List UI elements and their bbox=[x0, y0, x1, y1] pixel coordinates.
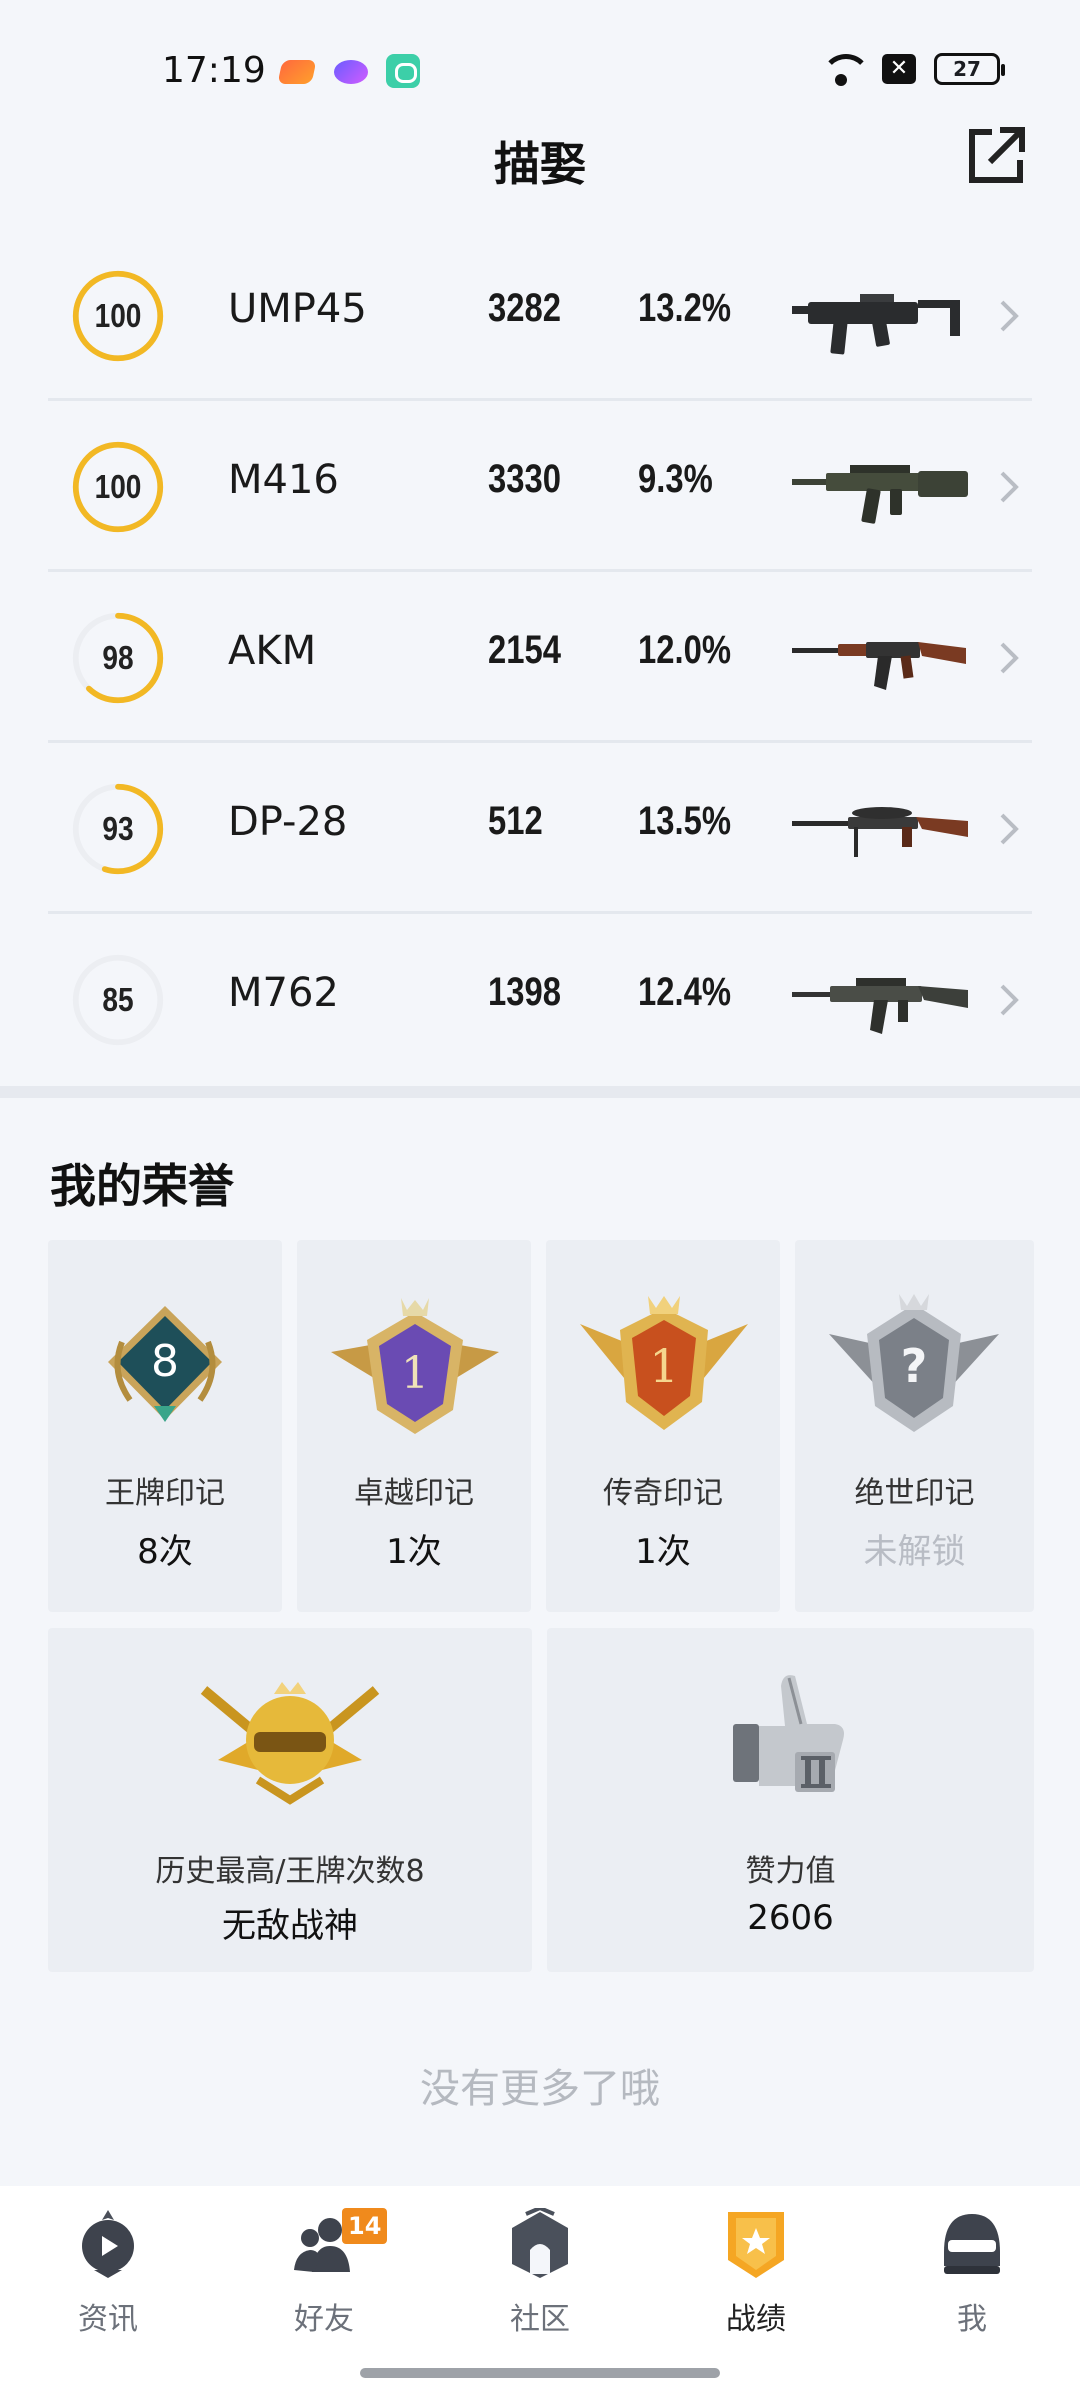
ump45-gun-icon bbox=[792, 294, 960, 355]
conqueror-helmet-icon bbox=[200, 1682, 380, 1805]
home-indicator[interactable] bbox=[360, 2368, 720, 2378]
weapon-name: DP-28 bbox=[228, 799, 348, 845]
mark-label: 绝世印记 bbox=[854, 1476, 975, 1511]
chevron-right-icon bbox=[1000, 471, 1019, 503]
highest-rank-label: 历史最高/王牌次数8 bbox=[155, 1854, 425, 1889]
mark-label: 传奇印记 bbox=[603, 1476, 723, 1511]
weapon-name: M416 bbox=[228, 457, 339, 503]
weapon-rate: 9.3% bbox=[638, 457, 713, 501]
weapon-score: 98 bbox=[102, 639, 134, 676]
no-sim-icon: ✕ bbox=[882, 54, 916, 84]
weapon-row[interactable]: 100 M416 3330 9.3% bbox=[48, 401, 1032, 572]
mark-label: 卓越印记 bbox=[354, 1476, 474, 1511]
chevron-right-icon bbox=[1000, 300, 1019, 332]
ace-mark-badge-icon: 8 bbox=[108, 1306, 222, 1422]
news-icon bbox=[82, 2210, 134, 2278]
ace-mark-badge-number: 8 bbox=[151, 1336, 179, 1387]
weapon-rate: 12.4% bbox=[638, 970, 732, 1014]
weapon-rate: 13.2% bbox=[638, 286, 732, 330]
tab-news[interactable]: 资讯 bbox=[0, 2208, 216, 2358]
likes-value: 2606 bbox=[747, 1898, 834, 1938]
tab-record[interactable]: 战绩 bbox=[648, 2208, 864, 2358]
weapon-kills: 512 bbox=[488, 799, 543, 843]
community-icon bbox=[512, 2208, 568, 2278]
app-notification-icon bbox=[334, 60, 368, 84]
tab-profile[interactable]: 我 bbox=[864, 2208, 1080, 2358]
tab-label: 我 bbox=[957, 2302, 987, 2337]
excellence-mark-badge-number: 1 bbox=[401, 1348, 429, 1399]
tab-label: 资讯 bbox=[78, 2302, 138, 2337]
tab-label: 好友 bbox=[294, 2302, 354, 2337]
weapon-name: M762 bbox=[228, 970, 339, 1016]
weapon-score: 100 bbox=[94, 468, 142, 505]
no-more-text: 没有更多了哦 bbox=[420, 2066, 660, 2112]
tab-community[interactable]: 社区 bbox=[432, 2208, 648, 2358]
likes-label: 赞力值 bbox=[745, 1854, 836, 1889]
weapon-kills: 1398 bbox=[488, 970, 561, 1014]
mark-value: 未解锁 bbox=[863, 1532, 966, 1572]
chevron-right-icon bbox=[1000, 984, 1019, 1016]
m762-gun-icon bbox=[792, 978, 968, 1034]
dp28-gun-icon bbox=[792, 807, 968, 857]
peerless-mark-card[interactable]: ? 绝世印记 未解锁 bbox=[795, 1240, 1034, 1612]
legendary-mark-card[interactable]: 1 传奇印记 1次 bbox=[546, 1240, 780, 1612]
peerless-mark-badge-number: ? bbox=[901, 1339, 928, 1393]
tab-friends[interactable]: 14 好友 bbox=[216, 2208, 432, 2358]
weapon-kills: 3282 bbox=[488, 286, 561, 330]
likes-card[interactable]: 赞力值 2606 bbox=[547, 1628, 1034, 1972]
m416-gun-icon bbox=[792, 465, 968, 524]
mark-value: 1次 bbox=[386, 1532, 442, 1572]
legendary-mark-badge-number: 1 bbox=[649, 1339, 678, 1393]
status-time: 17:19 bbox=[162, 50, 266, 91]
highest-rank-card[interactable]: 历史最高/王牌次数8 无敌战神 bbox=[48, 1628, 532, 1972]
mark-label: 王牌印记 bbox=[105, 1476, 225, 1511]
share-icon[interactable] bbox=[964, 124, 1028, 188]
chat-app-icon bbox=[386, 54, 420, 88]
app-notification-icon bbox=[277, 60, 317, 84]
ace-mark-card[interactable]: 8 王牌印记 8次 bbox=[48, 1240, 282, 1612]
status-bar: 17:19 ✕ 27 bbox=[0, 0, 1080, 120]
battery-icon: 27 bbox=[934, 53, 1005, 85]
chevron-right-icon bbox=[1000, 813, 1019, 845]
wifi-icon bbox=[818, 52, 871, 86]
peerless-mark-badge-icon: ? bbox=[829, 1294, 999, 1432]
record-icon bbox=[728, 2212, 784, 2278]
tab-label: 战绩 bbox=[726, 2302, 786, 2337]
highest-rank-value: 无敌战神 bbox=[222, 1906, 358, 1946]
excellence-mark-badge-icon: 1 bbox=[331, 1298, 499, 1434]
weapon-kills: 3330 bbox=[488, 457, 561, 501]
thumbs-up-trophy-icon bbox=[733, 1675, 844, 1792]
weapon-row[interactable]: 98 AKM 2154 12.0% bbox=[48, 572, 1032, 743]
tab-label: 社区 bbox=[510, 2302, 570, 2337]
mark-value: 8次 bbox=[137, 1532, 193, 1572]
weapon-score: 85 bbox=[102, 981, 134, 1018]
weapon-list: 100 UMP45 3282 13.2% 100 M416 3330 9.3% bbox=[48, 230, 1032, 1085]
akm-gun-icon bbox=[792, 642, 966, 690]
friends-count-badge: 14 bbox=[342, 2208, 388, 2244]
legendary-mark-badge-icon: 1 bbox=[580, 1296, 748, 1430]
section-divider bbox=[0, 1086, 1080, 1098]
weapon-score: 93 bbox=[102, 810, 134, 847]
profile-helmet-icon bbox=[944, 2214, 1000, 2274]
weapon-row[interactable]: 93 DP-28 512 13.5% bbox=[48, 743, 1032, 914]
mark-value: 1次 bbox=[635, 1532, 691, 1572]
weapon-name: AKM bbox=[228, 628, 317, 674]
weapon-score: 100 bbox=[94, 297, 142, 334]
chevron-right-icon bbox=[1000, 642, 1019, 674]
weapon-row[interactable]: 85 M762 1398 12.4% bbox=[48, 914, 1032, 1085]
excellence-mark-card[interactable]: 1 卓越印记 1次 bbox=[297, 1240, 531, 1612]
honor-section-title: 我的荣誉 bbox=[50, 1159, 234, 1213]
weapon-rate: 13.5% bbox=[638, 799, 732, 843]
page-title: 描娶 bbox=[494, 137, 586, 191]
weapon-kills: 2154 bbox=[488, 628, 561, 672]
weapon-rate: 12.0% bbox=[638, 628, 732, 672]
weapon-row[interactable]: 100 UMP45 3282 13.2% bbox=[48, 230, 1032, 401]
weapon-name: UMP45 bbox=[228, 286, 367, 332]
